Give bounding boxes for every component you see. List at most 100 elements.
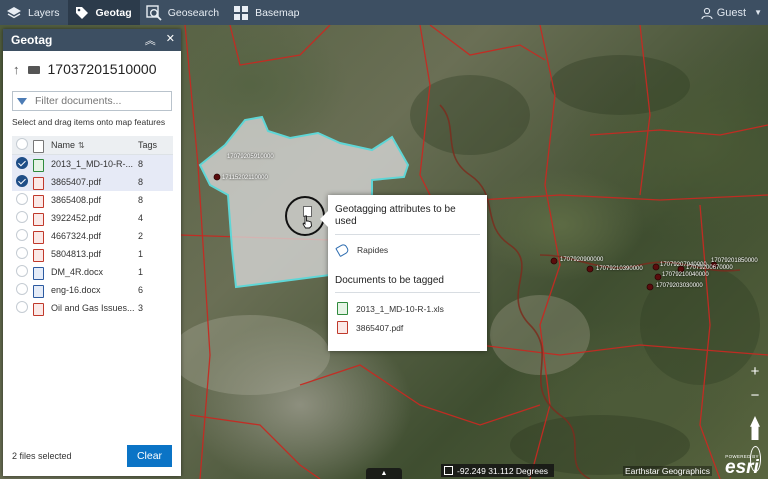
home-icon — [750, 416, 760, 440]
word-file-icon — [33, 266, 44, 280]
layers-icon — [6, 5, 22, 21]
tags-column-label: Tags — [138, 140, 158, 150]
esri-logo-text: esri — [725, 457, 759, 478]
table-row[interactable]: 3865408.pdf 8 — [12, 191, 173, 209]
row-checkbox[interactable] — [16, 211, 28, 223]
row-checkbox[interactable] — [16, 193, 28, 205]
row-checkbox[interactable] — [16, 175, 28, 187]
popup-attributes-heading: Geotagging attributes to be used — [335, 204, 456, 227]
drag-hint: Select and drag items onto map features — [12, 117, 166, 127]
doc-tags: 8 — [137, 173, 173, 191]
popup-attribute-value: Rapides — [357, 245, 389, 255]
doc-name: Oil and Gas Issues... — [51, 303, 135, 313]
geotag-popup: Geotagging attributes to be used Rapides… — [320, 195, 487, 351]
bottom-panel-toggle[interactable]: ▲ — [366, 468, 402, 479]
doc-name: DM_4R.docx — [51, 267, 104, 277]
drag-cursor-indicator — [285, 196, 325, 236]
toolbar-basemap-label: Basemap — [255, 6, 300, 19]
select-all-checkbox[interactable] — [16, 138, 28, 150]
popup-doc-name: 2013_1_MD-10-R-1.xls — [356, 303, 444, 314]
tag-icon — [74, 5, 90, 21]
pdf-file-icon — [337, 321, 348, 334]
close-icon[interactable]: ✕ — [166, 32, 175, 48]
row-checkbox[interactable] — [16, 301, 28, 313]
geosearch-icon — [145, 4, 162, 21]
doc-tags: 4 — [138, 213, 144, 223]
popup-doc-item: 3865407.pdf — [328, 315, 487, 334]
table-row[interactable]: 2013_1_MD-10-R-... 8 — [12, 154, 173, 173]
zoom-out-button[interactable]: − — [747, 386, 763, 410]
coordinate-readout: -92.249 31.112 Degrees — [441, 464, 555, 477]
table-row[interactable]: Oil and Gas Issues... 3 — [12, 299, 173, 317]
table-row[interactable]: 3922452.pdf 4 — [12, 209, 173, 227]
zoom-in-button[interactable]: + — [747, 362, 763, 386]
row-checkbox[interactable] — [16, 283, 28, 295]
doc-name: 2013_1_MD-10-R-... — [50, 154, 137, 173]
map-feature-label: 17079205910000 — [227, 154, 274, 160]
pdf-file-icon — [33, 230, 44, 244]
toolbar-geosearch-button[interactable]: Geosearch — [140, 0, 227, 25]
toolbar-geosearch-label: Geosearch — [167, 6, 220, 19]
home-button[interactable] — [747, 416, 763, 440]
doc-tags: 3 — [138, 303, 144, 313]
geotag-panel: Geotag ︽ ✕ ↑ 17037201510000 Select and d… — [3, 29, 181, 476]
table-row[interactable]: DM_4R.docx 1 — [12, 263, 173, 281]
current-folder: 17037201510000 — [47, 61, 157, 77]
popup-docs-heading: Documents to be tagged — [335, 275, 444, 286]
table-row[interactable]: 5804813.pdf 1 — [12, 245, 173, 263]
sort-icon[interactable]: ⇅ — [78, 141, 85, 150]
map-feature-label: 17079203030000 — [656, 283, 703, 289]
basemap-grid-icon — [233, 5, 249, 21]
toolbar-layers-button[interactable]: Layers — [0, 0, 68, 25]
row-checkbox[interactable] — [16, 247, 28, 259]
table-row[interactable]: 3865407.pdf 8 — [12, 173, 173, 191]
pdf-file-icon — [33, 176, 44, 190]
doc-tags: 8 — [138, 195, 144, 205]
map-feature-label: 17115202110000 — [222, 175, 268, 181]
doc-tags: 1 — [138, 249, 144, 259]
file-icon — [33, 139, 44, 153]
name-column-label: Name — [51, 140, 76, 150]
doc-name: 3865408.pdf — [51, 195, 102, 205]
selected-count: 2 files selected — [12, 451, 72, 461]
table-row[interactable]: eng-16.docx 6 — [12, 281, 173, 299]
doc-name: 4667324.pdf — [51, 231, 102, 241]
map-feature-label: 17079210390000 — [596, 266, 643, 272]
panel-footer: 2 files selected Clear — [3, 436, 181, 476]
breadcrumb: ↑ 17037201510000 — [3, 51, 181, 77]
row-checkbox[interactable] — [16, 265, 28, 277]
documents-table: Name ⇅ Tags 2013_1_MD-10-R-... 8 3865407.… — [12, 136, 173, 317]
table-row[interactable]: 4667324.pdf 2 — [12, 227, 173, 245]
row-checkbox[interactable] — [16, 157, 28, 169]
coordinate-icon — [444, 466, 453, 475]
chevron-up-icon: ▲ — [380, 470, 388, 477]
pdf-file-icon — [33, 194, 44, 208]
excel-file-icon — [33, 158, 44, 172]
map-attribution: Earthstar Geographics — [623, 466, 713, 476]
map-feature-label: 17079200670000 — [686, 265, 733, 271]
panel-title: Geotag — [11, 33, 53, 47]
excel-file-icon — [337, 302, 348, 315]
doc-name: eng-16.docx — [51, 285, 101, 295]
toolbar-geotag-button[interactable]: Geotag — [67, 0, 140, 25]
tags-column-header[interactable]: Tags — [137, 136, 173, 155]
clear-button[interactable]: Clear — [127, 445, 172, 467]
user-menu[interactable]: Guest ▼ — [701, 7, 768, 19]
filter-icon — [17, 97, 27, 105]
map-feature-label: 1707920900000 — [560, 257, 604, 263]
filter-documents-input[interactable] — [35, 95, 165, 107]
pdf-file-icon — [33, 212, 44, 226]
up-level-icon[interactable]: ↑ — [13, 62, 20, 77]
word-file-icon — [33, 284, 44, 298]
popup-attribute-row: Rapides — [328, 235, 487, 258]
doc-name: 5804813.pdf — [51, 249, 102, 259]
folder-icon — [27, 66, 40, 74]
name-column-header[interactable]: Name ⇅ — [50, 136, 137, 155]
collapse-icon[interactable]: ︽ — [145, 32, 156, 48]
row-checkbox[interactable] — [16, 229, 28, 241]
user-name: Guest — [716, 6, 747, 19]
toolbar-basemap-button[interactable]: Basemap — [227, 0, 307, 25]
toolbar-layers-label: Layers — [28, 6, 60, 19]
select-all-header[interactable] — [12, 136, 32, 155]
top-toolbar: Layers Geotag Geosearch Basemap Guest ▼ — [0, 0, 768, 25]
